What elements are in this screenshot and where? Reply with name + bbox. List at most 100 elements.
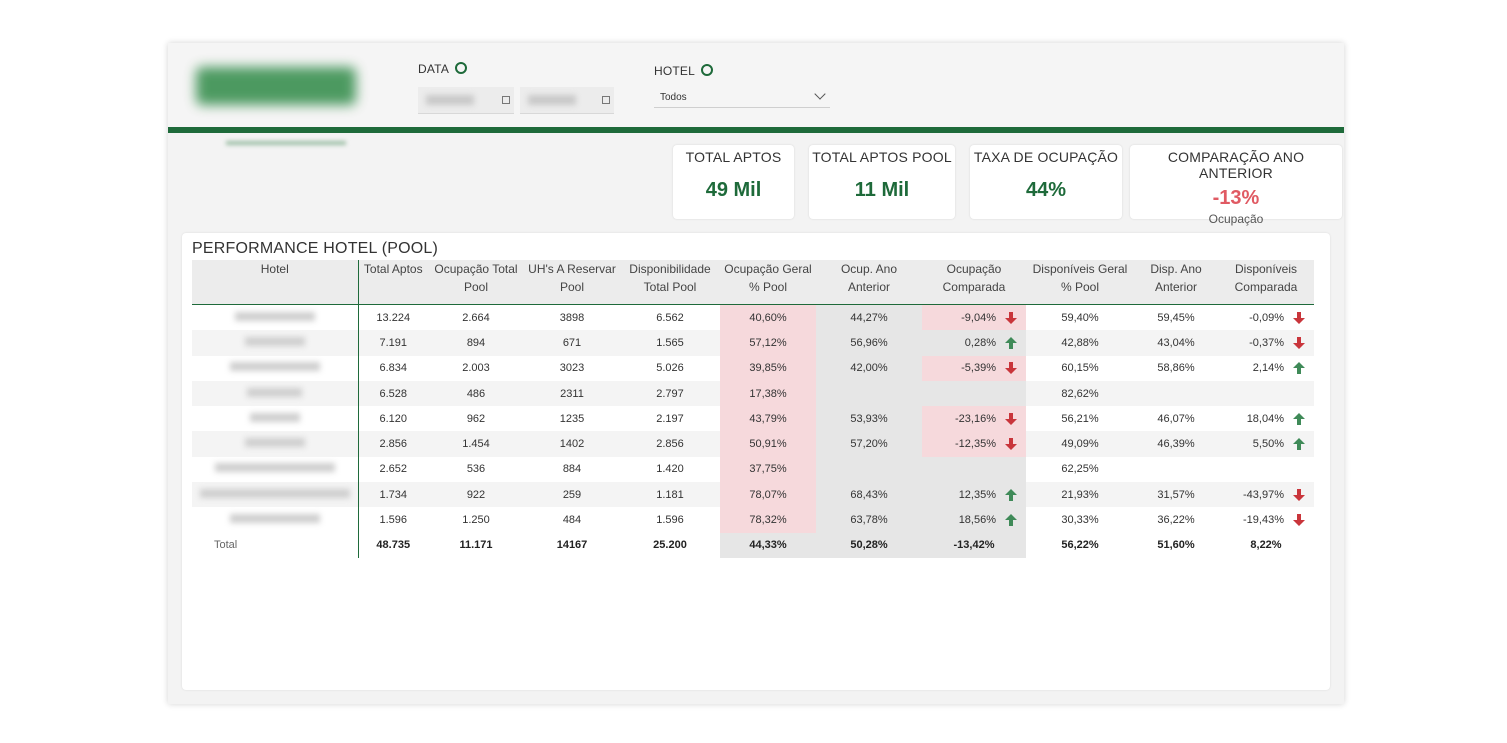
cell-disp-geral: 62,25% bbox=[1026, 457, 1134, 482]
column-header[interactable]: Ocup. Ano Anterior bbox=[816, 260, 922, 305]
cell-disp-ano-ant: 59,45% bbox=[1134, 305, 1218, 331]
cell-value: 922 bbox=[466, 488, 486, 501]
table-row[interactable]: 6.834 2.003 3023 5.026 39,85% 42,00% -5,39% 60,… bbox=[192, 355, 1314, 381]
hotel-name-cell[interactable] bbox=[192, 482, 358, 508]
kpi-value: -13% bbox=[1212, 187, 1260, 209]
cell-value: 1.734 bbox=[379, 488, 408, 501]
cell-value: 1235 bbox=[559, 412, 585, 425]
cell-value: 60,15% bbox=[1061, 362, 1099, 375]
cell-value: 894 bbox=[466, 336, 486, 349]
column-header-line2: Anterior bbox=[847, 280, 891, 294]
column-header[interactable]: Disponíveis Geral % Pool bbox=[1026, 260, 1134, 305]
total-total-aptos: 48.735 bbox=[357, 532, 428, 558]
cell-disp-comp: 18,04% bbox=[1218, 406, 1314, 431]
cell-uh-reservar: 884 bbox=[524, 457, 620, 482]
hotel-name-cell[interactable] bbox=[192, 457, 358, 482]
cell-uh-reservar: 3898 bbox=[524, 305, 620, 331]
column-header-line2: % Pool bbox=[1060, 280, 1100, 294]
end-date-input[interactable] bbox=[520, 87, 614, 114]
cell-value: 671 bbox=[562, 336, 582, 349]
cell-disp-geral: 42,88% bbox=[1026, 330, 1134, 356]
arrow-up-icon bbox=[1005, 514, 1017, 527]
kpi-title: TAXA DE OCUPAÇÃO bbox=[973, 149, 1119, 165]
hotel-name-cell[interactable] bbox=[192, 507, 358, 532]
column-header-line1: Ocupação Geral bbox=[724, 262, 812, 276]
column-header[interactable]: Total Aptos bbox=[357, 260, 428, 305]
cell-value: 78,07% bbox=[749, 488, 787, 501]
info-icon[interactable] bbox=[701, 63, 714, 76]
cell-ocup-comp bbox=[922, 380, 1026, 407]
column-header[interactable]: UH's A Reservar Pool bbox=[524, 260, 620, 305]
table-row[interactable]: 13.224 2.664 3898 6.562 40,60% 44,27% -9,04% 59… bbox=[192, 304, 1314, 331]
cell-total-aptos: 1.734 bbox=[357, 482, 428, 508]
hotel-dropdown[interactable]: Todos bbox=[654, 87, 830, 108]
column-header[interactable]: Disponibilidade Total Pool bbox=[620, 260, 720, 305]
column-header[interactable]: Disponíveis Comparada bbox=[1218, 260, 1314, 305]
cell-ocup-total: 922 bbox=[428, 482, 524, 508]
cell-total-aptos: 2.856 bbox=[357, 431, 428, 457]
table-row[interactable]: 6.528 486 2311 2.797 17,38% 82,62% bbox=[192, 380, 1314, 407]
blurred-hotel-name bbox=[214, 463, 335, 473]
column-header-line1: Disp. Ano bbox=[1150, 262, 1202, 276]
info-icon[interactable] bbox=[455, 61, 468, 74]
cell-value: 13.224 bbox=[376, 311, 411, 324]
cell-value: 49,09% bbox=[1061, 438, 1099, 451]
table-row[interactable]: 7.191 894 671 1.565 57,12% 56,96% 0,28% 42,88% 4… bbox=[192, 330, 1314, 356]
hotel-name-cell[interactable] bbox=[192, 406, 358, 431]
cell-value: -5,39% bbox=[961, 362, 996, 375]
cell-total-aptos: 6.528 bbox=[357, 380, 428, 407]
hotel-name-cell[interactable] bbox=[192, 380, 358, 407]
cell-ocup-ano-ant: 57,20% bbox=[816, 431, 922, 457]
table-row[interactable]: 1.734 922 259 1.181 78,07% 68,43% 12,35% 21,93%… bbox=[192, 482, 1314, 508]
hotel-name-cell[interactable] bbox=[192, 356, 358, 381]
cell-value: 2311 bbox=[560, 387, 584, 400]
table-row[interactable]: 1.596 1.250 484 1.596 78,32% 63,78% 18,56% 30,3… bbox=[192, 507, 1314, 533]
column-header[interactable]: Disp. Ano Anterior bbox=[1134, 260, 1218, 305]
cell-disp-total: 1.596 bbox=[620, 507, 720, 532]
cell-value: -19,43% bbox=[1243, 513, 1284, 526]
cell-value: 3898 bbox=[559, 311, 585, 324]
cell-value: 21,93% bbox=[1061, 488, 1099, 501]
data-filter-label: DATA bbox=[418, 61, 468, 76]
cell-total-aptos: 6.120 bbox=[357, 406, 428, 432]
arrow-down-icon bbox=[1005, 362, 1017, 375]
cell-value: 1.181 bbox=[656, 488, 684, 501]
cell-value: 962 bbox=[466, 412, 486, 425]
cell-value: 68,43% bbox=[850, 488, 888, 501]
calendar-icon[interactable] bbox=[602, 96, 610, 104]
blurred-hotel-name bbox=[229, 362, 320, 372]
calendar-icon[interactable] bbox=[502, 96, 510, 104]
chevron-down-icon[interactable] bbox=[814, 88, 826, 100]
column-header[interactable]: Ocupação Comparada bbox=[922, 260, 1026, 305]
column-header[interactable]: Ocupação Geral % Pool bbox=[720, 260, 816, 305]
cell-total-aptos: 13.224 bbox=[357, 304, 428, 331]
cell-value: 1.596 bbox=[379, 514, 408, 527]
hotel-filter-label: HOTEL bbox=[654, 63, 714, 78]
cell-disp-comp: -19,43% bbox=[1218, 507, 1314, 532]
cell-disp-comp: -0,37% bbox=[1218, 330, 1314, 356]
cell-value: 56,96% bbox=[850, 336, 888, 349]
cell-ocup-comp: -12,35% bbox=[922, 431, 1026, 457]
table-row[interactable]: 2.652 536 884 1.420 37,75% 62,25% bbox=[192, 456, 1314, 483]
cell-value: 2.856 bbox=[656, 438, 684, 451]
arrow-down-icon bbox=[1293, 514, 1305, 527]
cell-disp-ano-ant: 43,04% bbox=[1134, 330, 1218, 356]
cell-value: 62,25% bbox=[1061, 463, 1099, 476]
table-row[interactable]: 6.120 962 1235 2.197 43,79% 53,93% -23,16% 56,2… bbox=[192, 406, 1314, 432]
table-row[interactable]: 2.856 1.454 1402 2.856 50,91% 57,20% -12,35% 49… bbox=[192, 431, 1314, 457]
total-ocup-geral: 44,33% bbox=[720, 532, 816, 558]
column-header[interactable]: Ocupação Total Pool bbox=[428, 260, 524, 305]
cell-uh-reservar: 671 bbox=[524, 330, 620, 356]
hotel-name-cell[interactable] bbox=[192, 431, 358, 457]
hotel-name-cell[interactable] bbox=[192, 330, 358, 356]
start-date-input[interactable] bbox=[418, 87, 514, 114]
cell-ocup-geral: 57,12% bbox=[720, 330, 816, 356]
hotel-name-cell[interactable] bbox=[192, 305, 358, 331]
cell-ocup-geral: 43,79% bbox=[720, 406, 816, 432]
column-header[interactable]: Hotel bbox=[192, 260, 358, 305]
cell-value: -0,09% bbox=[1249, 311, 1284, 324]
cell-value: 42,00% bbox=[850, 362, 888, 375]
blurred-hotel-name bbox=[249, 412, 300, 422]
cell-value: 3023 bbox=[559, 362, 585, 375]
cell-value: 536 bbox=[466, 463, 486, 476]
